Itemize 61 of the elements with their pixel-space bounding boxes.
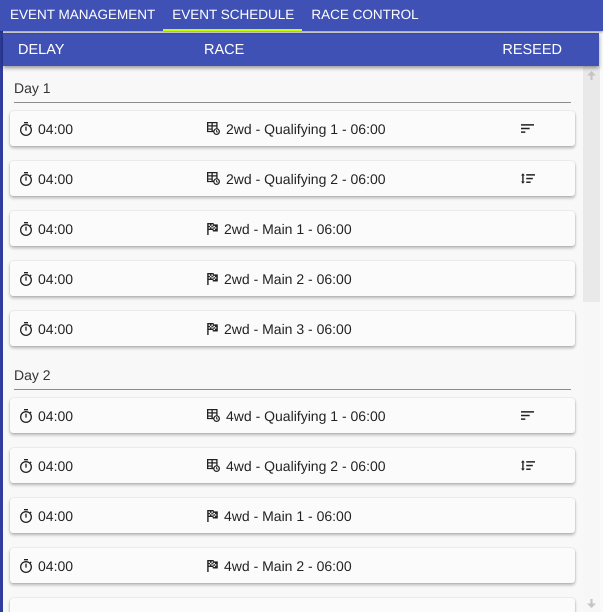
race-name: 2wd - Main 1 - 06:00 (224, 220, 352, 236)
race-card[interactable]: 04:00 2wd - Main 3 - 06:00 (10, 311, 575, 346)
race-card[interactable]: 04:00 2wd - Main 2 - 06:00 (10, 261, 575, 296)
race-name: 4wd - Qualifying 1 - 06:00 (226, 408, 386, 424)
race-card[interactable]: 04:00 4wd - Qualifying 2 - 06:00 (10, 448, 575, 483)
race-card[interactable]: 04:00 2wd - Main 1 - 06:00 (10, 211, 575, 246)
race-card[interactable] (10, 598, 575, 612)
table-clock-icon (207, 122, 220, 135)
race-name: 2wd - Main 3 - 06:00 (224, 320, 352, 336)
tab[interactable]: EVENT SCHEDULE (163, 0, 302, 31)
scroll-up-icon[interactable] (587, 71, 596, 80)
scroll-down-icon[interactable] (587, 599, 596, 608)
sort-arrows-icon[interactable] (521, 173, 535, 184)
stopwatch-icon (20, 122, 32, 136)
race-card[interactable]: 04:00 2wd - Qualifying 1 - 06:00 (10, 111, 575, 146)
checkered-flag-icon (207, 272, 218, 284)
sort-arrows-icon[interactable] (521, 460, 535, 471)
column-header: RESEED (502, 42, 562, 58)
checkered-flag-icon (207, 510, 218, 522)
tab[interactable]: EVENT MANAGEMENT (1, 0, 164, 31)
delay-time: 04:00 (38, 508, 74, 524)
stopwatch-icon (20, 508, 32, 522)
delay-time: 04:00 (38, 270, 74, 286)
stopwatch-icon (20, 558, 32, 572)
scrollbar-thumb[interactable] (583, 66, 600, 302)
race-card[interactable]: 04:00 4wd - Main 1 - 06:00 (10, 498, 575, 533)
race-name: 4wd - Main 1 - 06:00 (224, 508, 352, 524)
race-card[interactable]: 04:00 4wd - Main 2 - 06:00 (10, 548, 575, 583)
race-name: 2wd - Main 2 - 06:00 (224, 270, 352, 286)
delay-time: 04:00 (38, 220, 74, 236)
delay-time: 04:00 (38, 408, 74, 424)
tab[interactable]: RACE CONTROL (302, 0, 427, 31)
table-clock-icon (207, 409, 220, 422)
delay-time: 04:00 (38, 170, 74, 186)
checkered-flag-icon (207, 322, 218, 334)
stopwatch-icon (20, 172, 32, 186)
race-name: 2wd - Qualifying 1 - 06:00 (226, 120, 386, 136)
sort-icon[interactable] (521, 124, 534, 133)
day-heading: Day 2 (14, 361, 571, 390)
checkered-flag-icon (207, 560, 218, 572)
stopwatch-icon (20, 222, 32, 236)
table-clock-icon (207, 459, 220, 472)
race-name: 4wd - Main 2 - 06:00 (224, 558, 352, 574)
delay-time: 04:00 (38, 120, 74, 136)
stopwatch-icon (20, 408, 32, 422)
race-card[interactable]: 04:00 2wd - Qualifying 2 - 06:00 (10, 161, 575, 196)
table-clock-icon (207, 172, 220, 185)
race-name: 2wd - Qualifying 2 - 06:00 (226, 170, 386, 186)
column-header: RACE (204, 42, 246, 58)
race-name: 4wd - Qualifying 2 - 06:00 (226, 458, 386, 474)
sort-icon[interactable] (521, 411, 534, 420)
stopwatch-icon (20, 322, 32, 336)
stopwatch-icon (20, 272, 32, 286)
delay-time: 04:00 (38, 558, 74, 574)
delay-time: 04:00 (38, 458, 74, 474)
checkered-flag-icon (207, 222, 218, 234)
column-header: DELAY (18, 42, 66, 58)
delay-time: 04:00 (38, 320, 74, 336)
race-card[interactable]: 04:00 4wd - Qualifying 1 - 06:00 (10, 398, 575, 433)
day-heading: Day 1 (14, 74, 571, 103)
stopwatch-icon (20, 458, 32, 472)
